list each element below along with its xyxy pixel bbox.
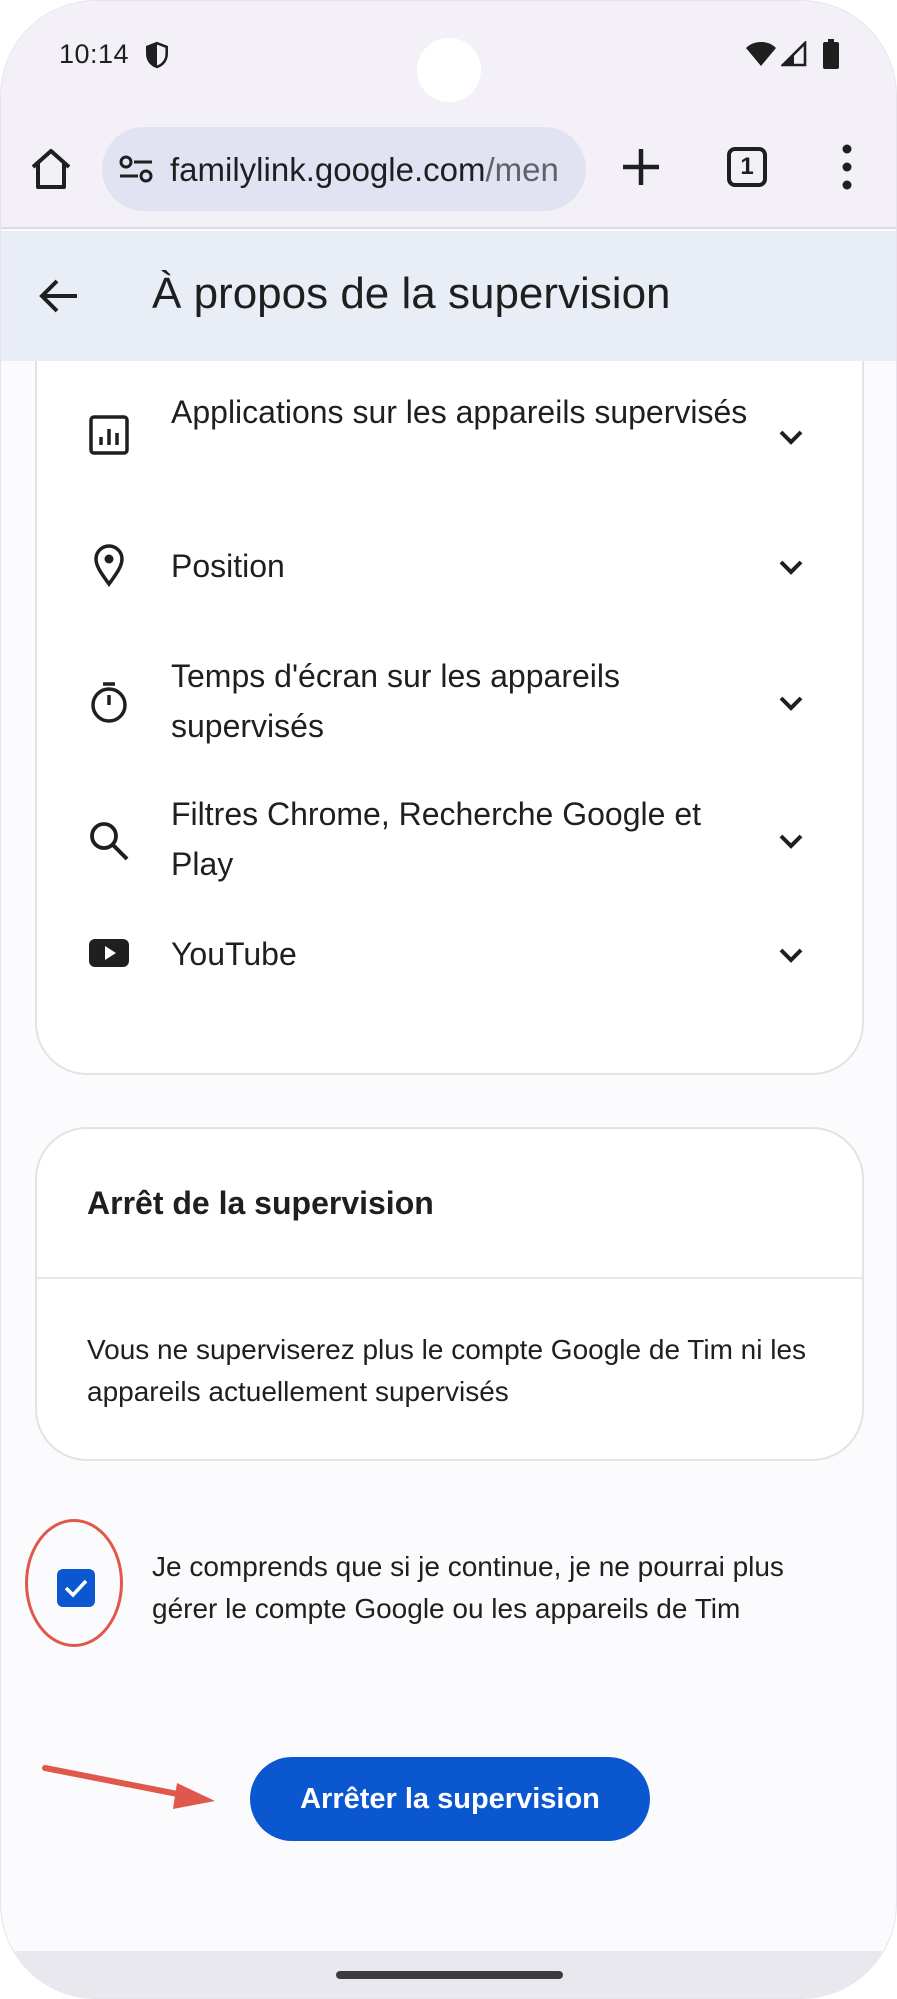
page-title: À propos de la supervision <box>152 269 671 318</box>
card-body: Vous ne superviserez plus le compte Goog… <box>87 1334 807 1407</box>
search-icon <box>90 822 129 861</box>
confirm-label[interactable]: Je comprends que si je continue, je ne p… <box>152 1546 852 1630</box>
chevron-down-icon <box>779 948 803 963</box>
list-item-label: Filtres Chrome, Recherche Google et Play <box>171 796 701 882</box>
home-gesture-handle[interactable] <box>336 1971 563 1979</box>
list-item-label: YouTube <box>171 936 297 972</box>
annotation-arrow-icon <box>42 1765 215 1809</box>
app-bar: À propos de la supervision <box>1 231 896 361</box>
list-item-position[interactable]: Position <box>37 513 866 633</box>
phone-screen: 10:14 familylink.google.com/men 1 Applic… <box>0 0 897 1999</box>
stop-supervision-card: Arrêt de la supervision Vous ne supervis… <box>35 1127 864 1461</box>
timer-icon <box>91 682 127 723</box>
front-camera <box>417 38 481 102</box>
confirm-checkbox[interactable] <box>57 1569 95 1607</box>
stop-supervision-button[interactable]: Arrêter la supervision <box>250 1757 650 1841</box>
url-bar[interactable]: familylink.google.com/men <box>102 127 586 211</box>
url-path: /men <box>485 151 559 188</box>
shield-icon <box>146 41 168 69</box>
url-text[interactable]: familylink.google.com/men <box>170 151 559 189</box>
chevron-down-icon <box>779 696 803 711</box>
youtube-icon <box>89 939 129 967</box>
home-icon[interactable] <box>27 145 75 193</box>
wifi-icon <box>746 42 776 66</box>
list-item-youtube[interactable]: YouTube <box>37 913 866 1033</box>
card-title: Arrêt de la supervision <box>87 1185 434 1221</box>
url-domain: familylink.google.com <box>170 151 486 188</box>
plus-icon[interactable] <box>619 145 663 189</box>
arrow-back-icon[interactable] <box>37 273 83 319</box>
app-activity-icon <box>89 415 129 455</box>
navigation-bar <box>1 1951 896 1998</box>
signal-icon <box>781 41 807 67</box>
divider <box>37 1277 862 1279</box>
status-bar: 10:14 <box>1 1 896 111</box>
more-vert-icon[interactable] <box>831 141 863 193</box>
status-time: 10:14 <box>59 39 130 69</box>
browser-toolbar: familylink.google.com/men 1 <box>1 111 896 229</box>
chevron-down-icon <box>779 430 803 445</box>
list-item-filters[interactable]: Filtres Chrome, Recherche Google et Play <box>37 773 866 913</box>
tab-switcher-button[interactable]: 1 <box>727 147 767 187</box>
tune-icon[interactable] <box>118 153 154 185</box>
chevron-down-icon <box>779 834 803 849</box>
list-item-label: Position <box>171 548 285 584</box>
list-item-label: Applications sur les appareils supervisé… <box>171 394 748 430</box>
chevron-down-icon <box>779 560 803 575</box>
list-item-screen-time[interactable]: Temps d'écran sur les appareils supervis… <box>37 633 866 773</box>
location-pin-icon <box>94 544 124 587</box>
list-item-label: Temps d'écran sur les appareils supervis… <box>171 658 620 744</box>
battery-icon <box>823 39 839 69</box>
check-icon <box>64 1579 88 1598</box>
supervision-features-card: Applications sur les appareils supervisé… <box>35 301 864 1075</box>
